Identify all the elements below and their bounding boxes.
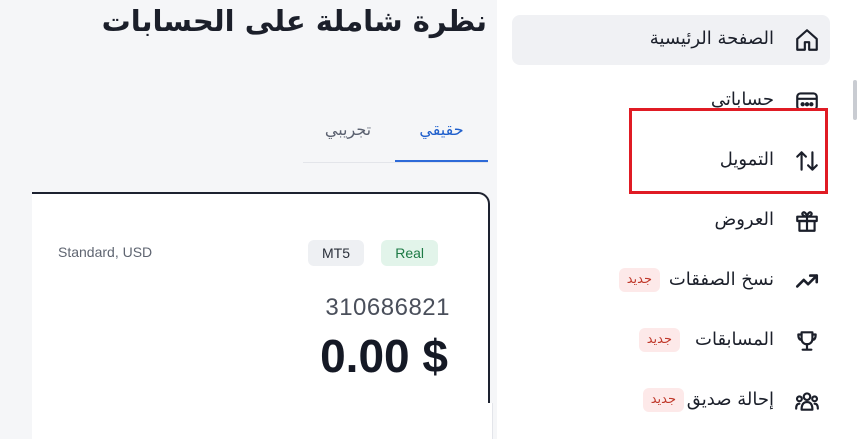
sidebar-item-competitions[interactable]: المسابقات جديد — [512, 316, 830, 366]
new-badge: جديد — [618, 268, 660, 292]
sidebar-item-label: العروض — [714, 209, 774, 230]
tab-real[interactable]: حقيقي — [395, 106, 488, 162]
divider — [492, 403, 493, 439]
sidebar-item-copy-trading[interactable]: نسخ الصفقات جديد — [512, 256, 830, 306]
accounts-overview: نظرة شاملة على الحسابات حقيقي تجريبي Sta… — [32, 0, 497, 403]
content-bottom — [32, 403, 492, 439]
page-title: نظرة شاملة على الحسابات — [101, 4, 487, 38]
gift-icon — [794, 208, 820, 234]
sidebar-scrollbar[interactable] — [853, 80, 857, 120]
sidebar-item-label: نسخ الصفقات — [668, 269, 774, 290]
platform-badge: MT5 — [308, 240, 364, 266]
sidebar-item-promotions[interactable]: العروض — [512, 196, 830, 246]
trophy-icon — [794, 328, 820, 354]
account-type: Standard, USD — [58, 244, 153, 260]
sidebar: الصفحة الرئيسية حساباتي التمويل العروض ن… — [497, 0, 857, 439]
users-icon — [794, 388, 820, 414]
wallet-icon — [794, 88, 820, 114]
sidebar-item-label: إحالة صديق — [686, 389, 774, 410]
new-badge: جديد — [638, 328, 680, 352]
sidebar-item-refer-friend[interactable]: إحالة صديق جديد — [512, 376, 830, 426]
sidebar-item-funding[interactable]: التمويل — [512, 136, 830, 186]
sidebar-item-home[interactable]: الصفحة الرئيسية — [512, 15, 830, 65]
account-card[interactable]: Standard, USD Real MT5 310686821 0.00 $ — [32, 192, 490, 403]
transfer-arrows-icon — [794, 148, 820, 174]
home-icon — [794, 27, 820, 53]
account-balance: 0.00 $ — [320, 330, 448, 382]
trending-up-icon — [794, 268, 820, 294]
sidebar-item-label: التمويل — [719, 149, 774, 170]
sidebar-item-my-accounts[interactable]: حساباتي — [512, 76, 830, 126]
tab-demo[interactable]: تجريبي — [308, 106, 388, 162]
status-badge: Real — [381, 240, 438, 266]
new-badge: جديد — [642, 388, 684, 412]
account-number: 310686821 — [325, 294, 450, 321]
account-tabs: حقيقي تجريبي — [303, 106, 488, 163]
sidebar-item-label: المسابقات — [695, 329, 774, 350]
sidebar-item-label: الصفحة الرئيسية — [649, 28, 774, 49]
sidebar-item-label: حساباتي — [710, 89, 774, 110]
